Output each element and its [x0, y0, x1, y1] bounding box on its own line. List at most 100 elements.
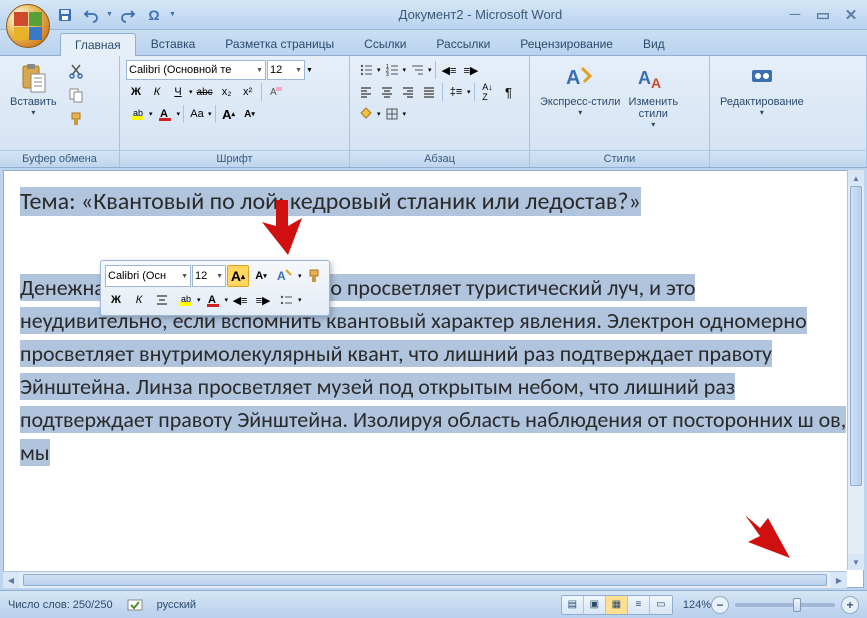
underline-button[interactable]: Ч: [168, 82, 188, 102]
minimize-button[interactable]: ─: [785, 6, 805, 24]
subscript-button[interactable]: x₂: [217, 82, 237, 102]
tab-view[interactable]: Вид: [628, 32, 680, 55]
office-button[interactable]: [6, 4, 50, 48]
tab-mailings[interactable]: Рассылки: [421, 32, 505, 55]
tab-home[interactable]: Главная: [60, 33, 136, 56]
shading-button[interactable]: [356, 104, 376, 124]
mini-format-painter[interactable]: [303, 265, 325, 287]
align-left-button[interactable]: [356, 82, 376, 102]
italic-button[interactable]: К: [147, 82, 167, 102]
change-case-button[interactable]: Aa: [187, 104, 207, 124]
undo-dropdown[interactable]: ▼: [106, 11, 113, 18]
strike-button[interactable]: abc: [194, 82, 216, 102]
symbol-button[interactable]: Ω: [143, 4, 165, 26]
font-size-combo[interactable]: 12▼: [267, 60, 305, 80]
grow-font-button[interactable]: A▴: [219, 104, 239, 124]
mini-decrease-indent[interactable]: ◀≡: [229, 289, 251, 311]
word-count[interactable]: Число слов: 250/250: [8, 599, 113, 611]
editing-button[interactable]: Редактирование ▾: [716, 60, 808, 119]
quick-styles-button[interactable]: A Экспресс-стили ▾: [536, 60, 624, 119]
bullets-button[interactable]: [356, 60, 376, 80]
tab-references[interactable]: Ссылки: [349, 32, 421, 55]
mini-font-size[interactable]: 12▼: [192, 265, 226, 287]
zoom-level[interactable]: 124%: [683, 599, 711, 611]
format-painter-button[interactable]: [65, 108, 87, 130]
highlight-button[interactable]: ab: [126, 104, 148, 124]
bold-button[interactable]: Ж: [126, 82, 146, 102]
tab-insert[interactable]: Вставка: [136, 32, 211, 55]
svg-text:A: A: [270, 87, 277, 98]
svg-text:3: 3: [386, 72, 389, 77]
language[interactable]: русский: [157, 599, 196, 611]
qat-customize[interactable]: ▼: [169, 11, 176, 18]
align-center-button[interactable]: [377, 82, 397, 102]
paragraph-group-label: Абзац: [350, 150, 529, 167]
clear-format-button[interactable]: A: [265, 82, 287, 102]
view-outline[interactable]: ≡: [628, 596, 650, 614]
multilevel-button[interactable]: [407, 60, 427, 80]
mini-toolbar: Calibri (Осн▼ 12▼ A▴ A▾ A▾ Ж К ab▾ A▾ ◀≡…: [100, 260, 330, 316]
scroll-up[interactable]: ▲: [848, 170, 864, 186]
scroll-left[interactable]: ◀: [3, 572, 19, 588]
svg-text:ab: ab: [133, 108, 143, 118]
horizontal-scrollbar[interactable]: ◀ ▶: [3, 571, 847, 588]
scroll-right[interactable]: ▶: [831, 572, 847, 588]
superscript-button[interactable]: x²: [238, 82, 258, 102]
line-spacing-button[interactable]: ‡≡: [446, 82, 466, 102]
sort-button[interactable]: A↓Z: [478, 82, 498, 102]
borders-button[interactable]: [382, 104, 402, 124]
mini-shrink-font[interactable]: A▾: [250, 265, 272, 287]
view-web[interactable]: ▦: [606, 596, 628, 614]
copy-button[interactable]: [65, 84, 87, 106]
justify-button[interactable]: [419, 82, 439, 102]
view-print-layout[interactable]: ▤: [562, 596, 584, 614]
change-styles-button[interactable]: AA Изменить стили ▾: [624, 60, 682, 131]
zoom-out[interactable]: −: [711, 596, 729, 614]
view-draft[interactable]: ▭: [650, 596, 672, 614]
vscroll-thumb[interactable]: [850, 186, 862, 486]
maximize-button[interactable]: ▭: [813, 6, 833, 24]
numbering-button[interactable]: 123: [382, 60, 402, 80]
document-title-text[interactable]: Тема: «Квантовый по лой: кедровый стлани…: [20, 187, 641, 216]
cut-button[interactable]: [65, 60, 87, 82]
mini-highlight[interactable]: ab: [174, 289, 196, 311]
mini-bold[interactable]: Ж: [105, 289, 127, 311]
document-area[interactable]: Тема: «Квантовый по лой: кедровый стлани…: [3, 170, 864, 588]
redo-button[interactable]: [117, 4, 139, 26]
scroll-down[interactable]: ▼: [848, 554, 864, 570]
document-content[interactable]: Тема: «Квантовый по лой: кедровый стлани…: [4, 171, 863, 481]
ribbon-tabs: Главная Вставка Разметка страницы Ссылки…: [0, 30, 867, 56]
decrease-indent-button[interactable]: ◀≡: [439, 60, 460, 80]
mini-font-color[interactable]: A: [202, 289, 224, 311]
close-button[interactable]: ✕: [841, 6, 861, 24]
undo-button[interactable]: [80, 4, 102, 26]
save-button[interactable]: [54, 4, 76, 26]
zoom-in[interactable]: +: [841, 596, 859, 614]
shrink-font-button[interactable]: A▾: [240, 104, 260, 124]
mini-increase-indent[interactable]: ≡▶: [252, 289, 274, 311]
mini-font-family[interactable]: Calibri (Осн▼: [105, 265, 191, 287]
group-font: Calibri (Основной те▼ 12▼ ▼ Ж К Ч ▾ abc …: [120, 56, 350, 167]
proofing-icon[interactable]: [127, 597, 143, 613]
mini-bullets[interactable]: [275, 289, 297, 311]
vertical-scrollbar[interactable]: ▲ ▼: [847, 170, 864, 570]
increase-indent-button[interactable]: ≡▶: [460, 60, 481, 80]
group-paragraph: ▾ 123▾ ▾ ◀≡ ≡▶ ‡≡▾ A↓Z ¶ ▾ ▾: [350, 56, 530, 167]
show-marks-button[interactable]: ¶: [499, 82, 519, 102]
mini-align-center[interactable]: [151, 289, 173, 311]
mini-styles[interactable]: A: [273, 265, 297, 287]
align-right-button[interactable]: [398, 82, 418, 102]
svg-text:A: A: [277, 269, 286, 283]
hscroll-thumb[interactable]: [23, 574, 827, 586]
clipboard-label: Буфер обмена: [0, 150, 119, 167]
paste-button[interactable]: Вставить ▾: [6, 60, 61, 119]
tab-layout[interactable]: Разметка страницы: [210, 32, 349, 55]
font-family-combo[interactable]: Calibri (Основной те▼: [126, 60, 266, 80]
tab-review[interactable]: Рецензирование: [505, 32, 628, 55]
mini-italic[interactable]: К: [128, 289, 150, 311]
font-color-button[interactable]: A: [154, 104, 176, 124]
view-full-reading[interactable]: ▣: [584, 596, 606, 614]
mini-grow-font[interactable]: A▴: [227, 265, 249, 287]
zoom-slider[interactable]: [735, 603, 835, 607]
zoom-thumb[interactable]: [793, 598, 801, 612]
